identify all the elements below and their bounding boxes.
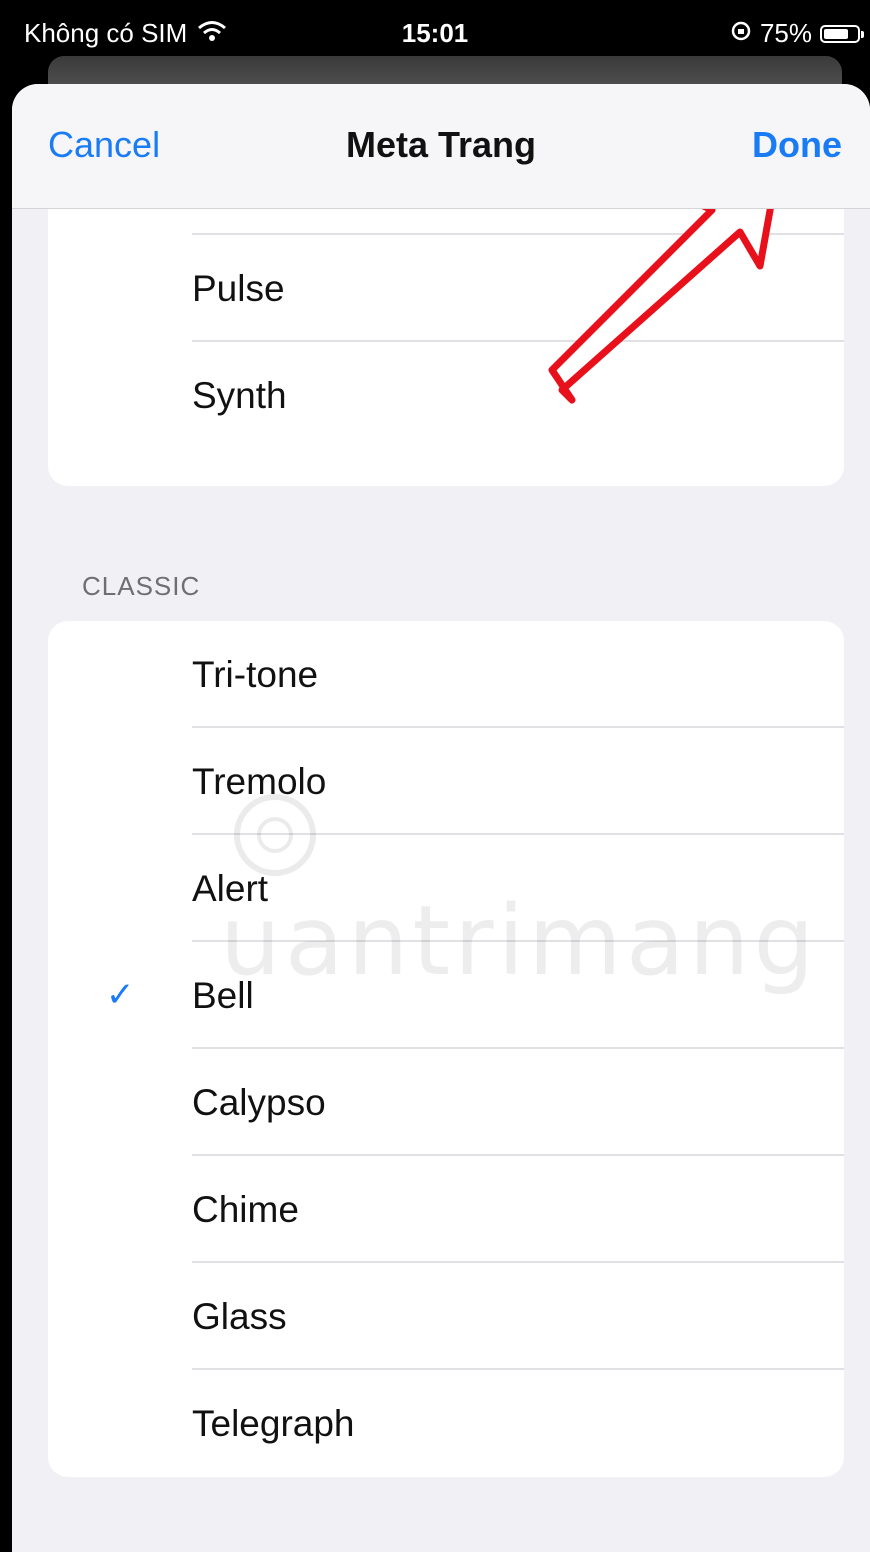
list-item-label: Tri-tone xyxy=(192,654,319,695)
orientation-lock-icon xyxy=(730,18,752,49)
list-item-label: Glass xyxy=(192,1296,287,1337)
list-item-label: Pulse xyxy=(192,268,285,309)
battery-level-fill xyxy=(824,28,848,39)
section-header-classic: CLASSIC xyxy=(82,571,201,601)
battery-percent: 75% xyxy=(759,18,812,48)
battery-icon xyxy=(820,24,864,43)
checkmark-icon: ✓ xyxy=(106,976,135,1014)
watermark-text: uantrimang xyxy=(220,884,819,997)
page-title: Meta Trang xyxy=(345,124,537,165)
list-item-chime[interactable]: Chime xyxy=(48,1156,844,1263)
navigation-bar: Cancel Meta Trang Done xyxy=(12,84,870,209)
list-item-label: Calypso xyxy=(192,1082,326,1123)
watermark-logo: uantrimang xyxy=(220,772,870,997)
status-bar: Không có SIM 15:01 75% xyxy=(0,0,870,62)
list-item-calypso[interactable]: Calypso xyxy=(48,1049,844,1156)
list-item-glass[interactable]: Glass xyxy=(48,1263,844,1370)
classic-tones-group: Tri-tone Tremolo Alert ✓ Bell Calypso Ch… xyxy=(48,621,844,1477)
left-edge xyxy=(0,84,12,1552)
list-item-label: Synth xyxy=(192,375,287,416)
list-item-label: Telegraph xyxy=(192,1403,355,1444)
list-item-label: Chime xyxy=(192,1189,299,1230)
list-item-telegraph[interactable]: Telegraph xyxy=(48,1370,844,1477)
list-item-tri-tone[interactable]: Tri-tone xyxy=(48,621,844,728)
done-button[interactable]: Done xyxy=(752,124,842,166)
status-right: 75% xyxy=(730,18,864,49)
